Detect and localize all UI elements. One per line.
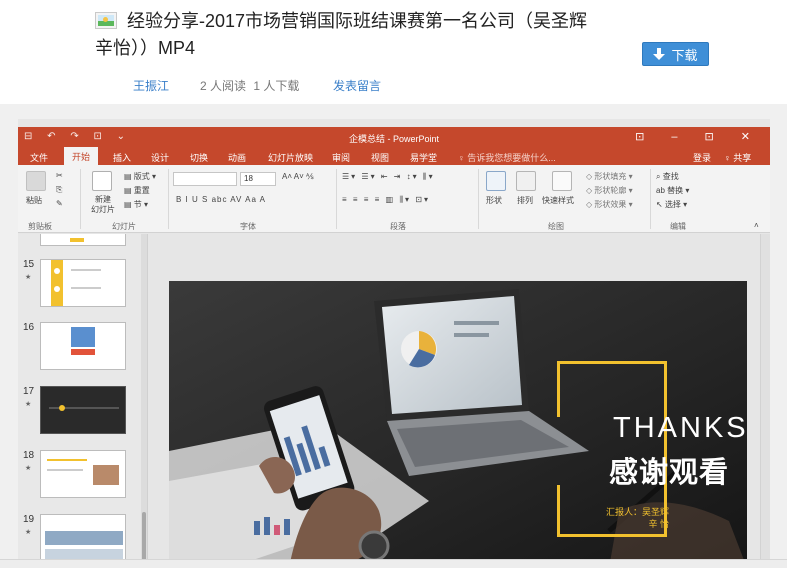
quick-styles-icon [552,171,572,191]
ppt-ribbon-tabs: 文件 开始 插入 设计 切换 动画 幻灯片放映 审阅 视图 易学堂 ♀ 告诉我您… [18,147,770,165]
copy-icon: ⎘ [56,185,63,194]
shape-outline-button: ◇ 形状轮廓 ▾ [586,186,633,195]
format-painter-icon: ✎ [56,199,63,208]
slide-number: 16 [23,322,35,333]
slide-number: 15 [23,259,35,270]
collapse-ribbon-icon: ˄ [754,221,759,230]
video-preview-area: ⊟ ↶ ↷ ⊡ ⌄ 企模总结 - PowerPoint ⊡ – ⊡ ✕ 文件 开… [0,104,787,568]
comment-link[interactable]: 发表留言 [333,77,381,94]
arrange-label: 排列 [517,196,533,205]
slide-editing-area: THANKS 感谢观看 汇报人：吴圣辉 辛 怡 [149,234,770,568]
download-count: 1 人下载 [253,79,300,93]
new-slide-icon [92,171,112,191]
font-group-label: 字体 [240,222,256,231]
animation-star-icon: ★ [25,401,32,408]
window-controls: ⊡ – ⊡ ✕ [635,131,762,143]
arrange-icon [516,171,536,191]
powerpoint-screenshot: ⊟ ↶ ↷ ⊡ ⌄ 企模总结 - PowerPoint ⊡ – ⊡ ✕ 文件 开… [18,119,770,568]
document-title: 经验分享-2017市场营销国际班结课赛第一名公司（吴圣辉 [127,11,588,31]
select-button: ↖ 选择 ▾ [656,200,688,209]
font-grow-shrink: A˄ A˅ ⅍ [282,172,314,181]
read-count: 2 人阅读 [200,79,247,93]
new-slide-label: 新建 幻灯片 [91,195,115,214]
list-buttons: ☰▾ ☰▾ ⇤ ⇥ ↕▾ ⫼▾ [342,172,435,181]
slide-thumbnail-19 [40,514,126,562]
paste-label: 粘贴 [26,196,42,205]
tab-review: 审阅 [332,153,351,163]
editing-scrollbar [760,234,770,568]
download-button[interactable]: 下载 [642,42,709,66]
animation-star-icon: ★ [25,529,32,536]
slide-reporter: 汇报人：吴圣辉 辛 怡 [589,506,669,530]
shape-fill-button: ◇ 形状填充 ▾ [586,172,633,181]
layout-button: ▤ 版式 ▾ [124,172,157,181]
slide-number: 18 [23,450,35,461]
section-button: ▤ 节 ▾ [124,200,149,209]
slides-group-label: 幻灯片 [112,222,136,231]
reset-button: ▤ 重置 [124,186,150,195]
video-file-icon [95,12,117,29]
page: 经验分享-2017市场营销国际班结课赛第一名公司（吴圣辉 辛怡））MP4 下载 … [0,0,787,568]
download-icon [653,47,666,61]
ppt-title-bar: ⊟ ↶ ↷ ⊡ ⌄ 企模总结 - PowerPoint ⊡ – ⊡ ✕ [18,127,770,147]
clipboard-group-label: 剪贴板 [28,222,52,231]
tell-me-search: ♀ 告诉我您想要做什么... [458,153,556,163]
font-family-box [173,172,237,186]
reporter-line-2: 辛 怡 [648,519,669,529]
video-player[interactable]: ⊟ ↶ ↷ ⊡ ⌄ 企模总结 - PowerPoint ⊡ – ⊡ ✕ 文件 开… [18,119,770,568]
reporter-line-1: 汇报人：吴圣辉 [605,507,669,517]
drawing-group-label: 绘图 [548,222,564,231]
tab-view: 视图 [371,153,390,163]
tab-slideshow: 幻灯片放映 [268,153,314,163]
stats: 2 人阅读 1 人下载 [200,77,303,94]
slide-thanks-heading: THANKS [613,412,747,444]
slide-thumbnail-16 [40,322,126,370]
quick-styles-label: 快速样式 [542,196,574,205]
tab-design: 设计 [151,153,170,163]
slide-number: 19 [23,514,35,525]
tab-yixuetang: 易学堂 [410,153,438,163]
login-link: 登录 [693,153,712,163]
slide-thumbnail-17 [40,386,126,434]
tab-home: 开始 [64,147,99,165]
tab-insert: 插入 [113,153,132,163]
author-link[interactable]: 王振江 [133,77,169,94]
paste-icon [26,171,46,191]
shapes-label: 形状 [486,196,502,205]
align-buttons: ≡ ≡ ≡ ≡ ▥ ⫼▾ ⊡▾ [342,195,430,204]
animation-star-icon: ★ [25,465,32,472]
document-header: 经验分享-2017市场营销国际班结课赛第一名公司（吴圣辉 辛怡））MP4 下载 … [0,0,787,104]
share-button: ♀ 共享 [724,153,752,163]
player-bottom-bar [0,559,787,568]
paragraph-group-label: 段落 [390,222,406,231]
ppt-ribbon: 粘贴 ✂ ⎘ ✎ 剪贴板 新建 幻灯片 ▤ 版式 ▾ ▤ 重置 ▤ 节 ▾ 幻灯… [18,165,770,233]
current-slide: THANKS 感谢观看 汇报人：吴圣辉 辛 怡 [169,281,747,568]
tab-file: 文件 [30,153,49,163]
cut-icon: ✂ [56,171,63,180]
editing-group-label: 编辑 [670,222,686,231]
slide-thumbnails-pane: 15 ★ 16 17 ★ 18 ★ 19 ★ [18,234,148,568]
find-button: ⌕ 查找 [656,172,679,181]
slide-thumbnail-15 [40,259,126,307]
tab-animations: 动画 [228,153,247,163]
font-style-buttons: B I U S abc AV Aa A [176,195,267,204]
font-size-box: 18 [240,172,276,186]
slide-number: 17 [23,386,35,397]
replace-button: ab 替换 ▾ [656,186,690,195]
shape-effects-button: ◇ 形状效果 ▾ [586,200,633,209]
document-title-continued: 辛怡））MP4 [95,38,196,58]
tab-transitions: 切换 [190,153,209,163]
download-label: 下载 [671,47,698,63]
slide-chinese-heading: 感谢观看 [609,457,730,489]
thumbnails-scroll-thumb [142,512,146,564]
shapes-icon [486,171,506,191]
animation-star-icon: ★ [25,274,32,281]
slide-thumbnail-18 [40,450,126,498]
